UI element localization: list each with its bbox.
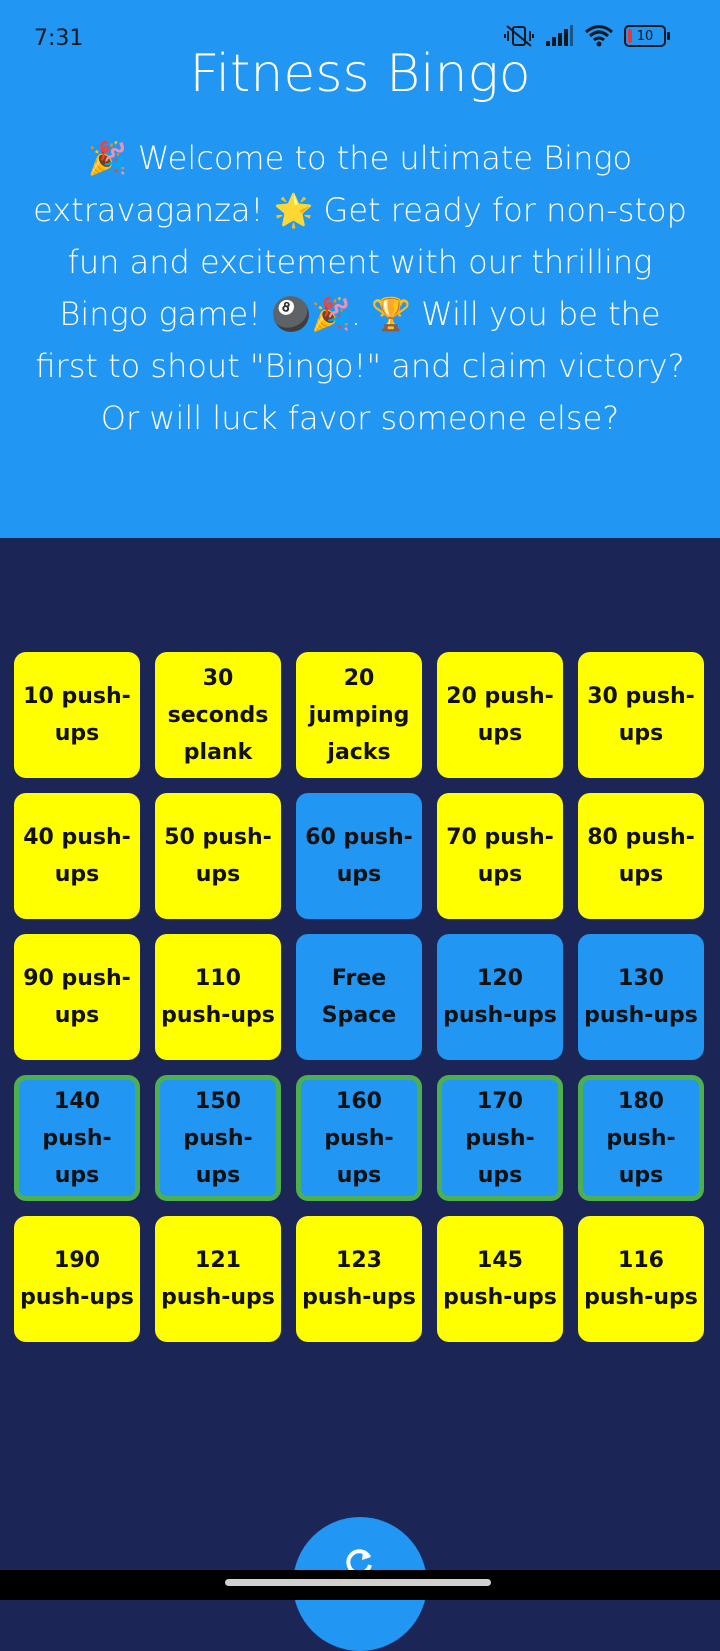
bingo-cell[interactable]: 90 push-ups [14,934,140,1060]
bingo-cell[interactable]: Free Space [296,934,422,1060]
bingo-board: 10 push-ups 30 seconds plank 20 jumping ja… [14,652,706,1342]
bingo-cell[interactable]: 80 push-ups [578,793,704,919]
header: Fitness Bingo 🎉 Welcome to the ultimate … [0,0,720,538]
battery-icon: 10 [624,25,670,47]
wifi-icon [584,24,614,48]
bingo-cell[interactable]: 120 push-ups [437,934,563,1060]
bingo-cell[interactable]: 30 seconds plank [155,652,281,778]
bingo-cell[interactable]: 50 push-ups [155,793,281,919]
status-icons: 10 [504,24,670,48]
bingo-cell[interactable]: 150 push-ups [155,1075,281,1201]
status-bar: 7:31 10 [0,0,720,70]
bingo-cell[interactable]: 170 push-ups [437,1075,563,1201]
bingo-cell[interactable]: 20 push-ups [437,652,563,778]
bingo-cell[interactable]: 145 push-ups [437,1216,563,1342]
bingo-cell[interactable]: 110 push-ups [155,934,281,1060]
battery-level: 10 [636,28,654,44]
bingo-cell[interactable]: 123 push-ups [296,1216,422,1342]
bingo-cell[interactable]: 20 jumping jacks [296,652,422,778]
status-time: 7:31 [34,26,84,51]
vibrate-off-icon [504,24,534,48]
bingo-cell[interactable]: 190 push-ups [14,1216,140,1342]
bingo-cell[interactable]: 116 push-ups [578,1216,704,1342]
bingo-cell[interactable]: 40 push-ups [14,793,140,919]
signal-icon [544,24,574,48]
home-handle[interactable] [225,1579,491,1586]
bingo-cell[interactable]: 180 push-ups [578,1075,704,1201]
navigation-bar [0,1570,720,1600]
bingo-cell[interactable]: 30 push-ups [578,652,704,778]
welcome-text: 🎉 Welcome to the ultimate Bingo extravag… [33,139,687,437]
bingo-cell[interactable]: 130 push-ups [578,934,704,1060]
bingo-cell[interactable]: 121 push-ups [155,1216,281,1342]
bingo-cell[interactable]: 140 push-ups [14,1075,140,1201]
bingo-cell[interactable]: 70 push-ups [437,793,563,919]
bingo-cell[interactable]: 160 push-ups [296,1075,422,1201]
bingo-cell[interactable]: 10 push-ups [14,652,140,778]
bingo-cell[interactable]: 60 push-ups [296,793,422,919]
